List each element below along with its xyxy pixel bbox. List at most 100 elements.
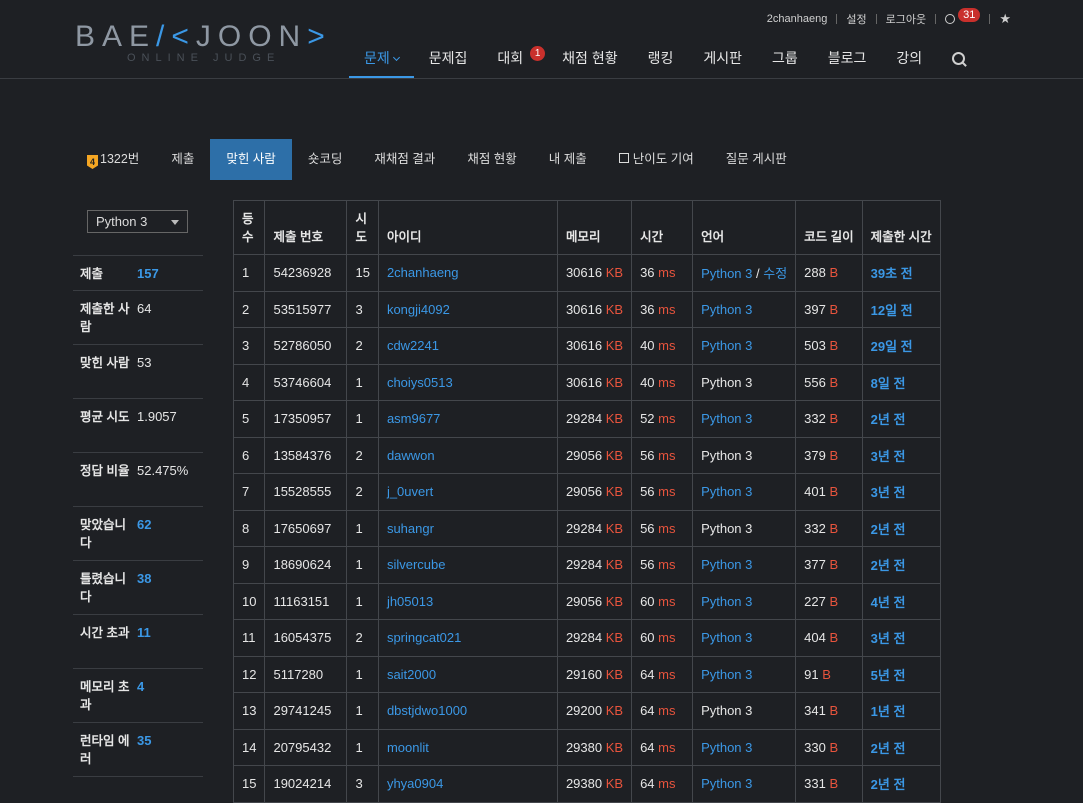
submitted-time-link[interactable]: 2년 전: [871, 522, 906, 537]
language-link[interactable]: Python 3: [701, 338, 752, 353]
code-length-unit: B: [829, 630, 839, 646]
stat-value[interactable]: 4: [137, 669, 144, 722]
user-link[interactable]: asm9677: [387, 411, 440, 426]
submitted-time-link[interactable]: 29일 전: [871, 339, 913, 354]
nav-ranking[interactable]: 랭킹: [633, 40, 689, 76]
tab-my-submissions[interactable]: 내 제출: [533, 139, 603, 180]
nav-problems[interactable]: 문제: [349, 40, 414, 78]
tries-cell: 1: [346, 363, 379, 401]
user-link[interactable]: jh05013: [387, 594, 433, 609]
user-link[interactable]: 2chanhaeng: [387, 265, 459, 280]
stat-value[interactable]: 157: [137, 256, 159, 290]
submitted-time-link[interactable]: 39초 전: [871, 266, 913, 281]
user-link[interactable]: springcat021: [387, 630, 461, 645]
language-link[interactable]: Python 3: [701, 302, 752, 317]
submitted-time-link[interactable]: 3년 전: [871, 631, 906, 646]
memory-cell: 30616 KB: [556, 290, 633, 328]
contest-badge: 1: [530, 46, 546, 61]
stat-row: 정답 비율 52.475%: [73, 452, 203, 506]
nav-lecture[interactable]: 강의: [881, 40, 937, 76]
globe-icon: [945, 14, 956, 24]
user-link[interactable]: dbstjdwo1000: [387, 703, 467, 718]
header-language: 언어: [692, 200, 797, 255]
language-link[interactable]: Python 3: [701, 484, 752, 499]
memory-cell: 29284 KB: [556, 400, 633, 438]
stat-value[interactable]: 62: [137, 507, 151, 560]
nav-group[interactable]: 그룹: [757, 40, 813, 76]
tab-difficulty-contribution[interactable]: 난이도 기여: [603, 139, 710, 180]
submitted-time-link[interactable]: 2년 전: [871, 412, 906, 427]
code-length-unit: B: [829, 447, 839, 463]
tab-short-coding[interactable]: 숏코딩: [292, 139, 359, 180]
nav-status[interactable]: 채점 현황: [547, 40, 632, 76]
nav-blog[interactable]: 블로그: [813, 40, 882, 76]
user-link[interactable]: cdw2241: [387, 338, 439, 353]
language-cell: Python 3: [692, 728, 797, 766]
submitted-time-link[interactable]: 2년 전: [871, 558, 906, 573]
memory-unit: KB: [605, 557, 624, 573]
table-row: 12 5117280 1 sait2000 29160 KB 64 ms Python 39…: [232, 655, 941, 693]
tab-rejudge-results[interactable]: 재채점 결과: [358, 139, 451, 180]
nav-workbook[interactable]: 문제집: [414, 40, 483, 76]
nav-board[interactable]: 게시판: [688, 40, 757, 76]
language-link[interactable]: Python 3: [701, 667, 752, 682]
submitted-time-link[interactable]: 2년 전: [871, 741, 906, 756]
language-link[interactable]: Python 3: [701, 266, 752, 281]
divider: [875, 14, 877, 24]
user-link[interactable]: dawwon: [387, 448, 435, 463]
submitted-time-link[interactable]: 4년 전: [871, 595, 906, 610]
time-unit: ms: [658, 703, 676, 719]
submitted-time-link[interactable]: 8일 전: [871, 376, 906, 391]
notifications-button[interactable]: 31: [945, 8, 981, 26]
site-logo[interactable]: BAE/<JOON> ONLINE JUDGE: [75, 20, 325, 70]
submitted-time-link[interactable]: 12일 전: [871, 303, 913, 318]
tab-submit[interactable]: 제출: [155, 139, 210, 180]
user-link[interactable]: choiys0513: [387, 375, 453, 390]
logout-link[interactable]: 로그아웃: [886, 11, 926, 27]
language-link[interactable]: Python 3: [701, 740, 752, 755]
user-link[interactable]: kongji4092: [387, 302, 450, 317]
language-link[interactable]: Python 3: [701, 557, 752, 572]
stat-value[interactable]: 11: [137, 615, 151, 668]
user-link[interactable]: suhangr: [387, 521, 434, 536]
rank-cell: 7: [232, 473, 266, 511]
tab-status[interactable]: 채점 현황: [451, 139, 532, 180]
submitted-time-link[interactable]: 5년 전: [871, 668, 906, 683]
code-length-cell: 227 B: [795, 582, 863, 620]
submitted-time-link[interactable]: 2년 전: [871, 777, 906, 792]
user-link[interactable]: yhya0904: [387, 776, 443, 791]
user-link[interactable]: moonlit: [387, 740, 429, 755]
time-value: 56: [640, 520, 655, 536]
time-cell: 56 ms: [631, 436, 694, 474]
submission-cell: 52786050: [264, 327, 348, 365]
search-icon: [952, 52, 966, 65]
language-link[interactable]: Python 3: [701, 630, 752, 645]
table-header-row: 등수 제출 번호 시도 아이디 메모리 시간 언어 코드 길이 제출한 시간: [232, 200, 941, 255]
language-link[interactable]: Python 3: [701, 411, 752, 426]
submitted-time-cell: 2년 전: [861, 546, 941, 584]
stat-value[interactable]: 35: [137, 723, 151, 776]
tab-accepted-users[interactable]: 맞힌 사람: [210, 139, 292, 180]
edit-link[interactable]: 수정: [763, 266, 787, 281]
user-link[interactable]: silvercube: [387, 557, 446, 572]
submission-cell: 17650697: [264, 509, 348, 547]
tab-question-board[interactable]: 질문 게시판: [710, 139, 803, 180]
submitted-time-link[interactable]: 3년 전: [871, 485, 906, 500]
settings-link[interactable]: 설정: [846, 11, 866, 27]
language-link: Python 3: [701, 374, 753, 390]
user-link[interactable]: sait2000: [387, 667, 436, 682]
user-link[interactable]: j_0uvert: [387, 484, 433, 499]
language-select[interactable]: Python 3: [87, 210, 188, 233]
stat-value[interactable]: 38: [137, 561, 151, 614]
submitted-time-link[interactable]: 1년 전: [871, 704, 906, 719]
language-link[interactable]: Python 3: [701, 594, 752, 609]
username-link[interactable]: 2chanhaeng: [767, 13, 828, 25]
search-button[interactable]: [937, 40, 980, 76]
header-tries: 시도: [346, 200, 379, 255]
star-icon[interactable]: ★: [999, 11, 1011, 27]
tab-problem[interactable]: 4 1322번: [75, 139, 155, 180]
language-link[interactable]: Python 3: [701, 776, 752, 791]
memory-unit: KB: [605, 593, 624, 609]
submitted-time-link[interactable]: 3년 전: [871, 449, 906, 464]
nav-contest[interactable]: 대회 1: [482, 40, 547, 76]
